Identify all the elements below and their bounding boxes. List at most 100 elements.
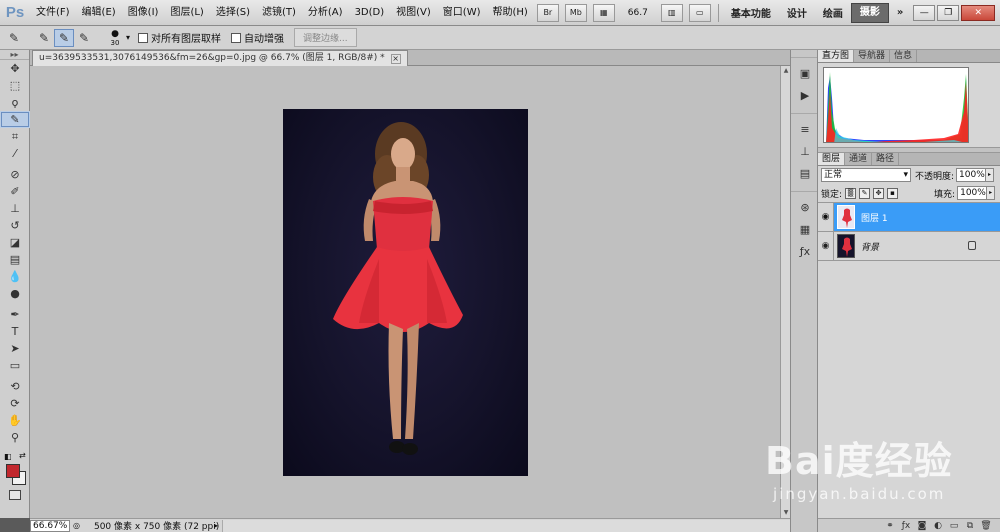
sample-all-layers-checkbox[interactable] [138, 32, 149, 43]
styles-panel-button[interactable]: ▦ [791, 218, 819, 240]
mask-icon[interactable]: ◙ [914, 521, 930, 531]
document-image[interactable] [283, 109, 528, 476]
effects-panel-button[interactable]: ƒx [791, 240, 819, 262]
tool-preset-picker[interactable]: ✎ [4, 29, 24, 47]
path-selection-tool[interactable]: ➤ [0, 340, 30, 357]
layer-row-background[interactable]: ◉ 背景 [818, 231, 1000, 261]
dodge-tool[interactable]: ● [0, 285, 30, 302]
swatches-panel-button[interactable]: ⊛ [791, 196, 819, 218]
sample-all-layers-option[interactable]: 对所有图层取样 [138, 30, 221, 45]
view-extras-button[interactable]: ▦ [592, 3, 615, 22]
menu-image[interactable]: 图像(I) [122, 0, 165, 26]
menu-filter[interactable]: 滤镜(T) [256, 0, 302, 26]
clone-source-panel-button[interactable]: ⊥ [791, 140, 819, 162]
move-tool[interactable]: ✥ [0, 60, 30, 77]
brush-size-dropdown-icon[interactable]: ▾ [126, 33, 130, 42]
marquee-tool[interactable]: ⬚ [0, 77, 30, 94]
actions-panel-button[interactable]: ▶ [791, 84, 819, 106]
eraser-tool[interactable]: ◪ [0, 234, 30, 251]
canvas-area[interactable] [30, 66, 780, 518]
arrange-documents-button[interactable]: ▥ [660, 3, 683, 22]
horizontal-scrollbar[interactable] [222, 519, 790, 532]
layer-name[interactable]: 背景 [861, 240, 879, 253]
link-icon[interactable]: ⚭ [882, 521, 898, 531]
close-document-button[interactable]: × [390, 53, 401, 64]
blur-tool[interactable]: 💧 [0, 268, 30, 285]
screen-mode-button[interactable]: ▭ [688, 3, 711, 22]
status-info-icon[interactable]: ◎ [73, 521, 80, 530]
type-tool[interactable]: T [0, 323, 30, 340]
auto-enhance-checkbox[interactable] [231, 32, 242, 43]
more-workspaces-button[interactable]: » [889, 7, 911, 18]
pen-tool[interactable]: ✒ [0, 306, 30, 323]
tab-paths[interactable]: 路径 [872, 153, 900, 165]
fx-icon[interactable]: ƒx [898, 521, 914, 531]
adjustment-icon[interactable]: ◐ [930, 521, 946, 531]
restore-button[interactable]: ❐ [937, 4, 960, 21]
menu-window[interactable]: 窗口(W) [437, 0, 487, 26]
fill-slider-button[interactable]: ▸ [987, 186, 996, 200]
opacity-field[interactable]: 100% [956, 168, 987, 182]
brush-panel-button[interactable]: ▤ [791, 162, 819, 184]
menu-layer[interactable]: 图层(L) [164, 0, 209, 26]
tab-navigator[interactable]: 导航器 [854, 50, 891, 62]
layers-empty-area[interactable] [818, 260, 1000, 470]
mini-bridge-panel-button[interactable]: ▣ [791, 62, 819, 84]
auto-enhance-option[interactable]: 自动增强 [231, 30, 284, 45]
layer-row-layer1[interactable]: ◉ 图层 1 [818, 202, 1000, 232]
menu-file[interactable]: 文件(F) [30, 0, 76, 26]
minimize-button[interactable]: — [913, 4, 936, 21]
crop-tool[interactable]: ⌗ [0, 128, 30, 145]
3d-rotate-tool[interactable]: ⟲ [0, 378, 30, 395]
workspace-photography[interactable]: 摄影 [850, 2, 889, 23]
brush-tool[interactable]: ✐ [0, 183, 30, 200]
fill-field[interactable]: 100% [957, 186, 988, 200]
strip-grip[interactable] [791, 50, 817, 58]
eyedropper-tool[interactable]: ⁄ [0, 145, 30, 162]
menu-3d[interactable]: 3D(D) [349, 0, 391, 26]
eye-icon[interactable]: ◉ [818, 231, 834, 261]
gradient-tool[interactable]: ▤ [0, 251, 30, 268]
lasso-tool[interactable]: ϙ [0, 94, 30, 111]
subtract-from-selection-button[interactable]: ✎ [74, 29, 94, 47]
3d-orbit-tool[interactable]: ⟳ [0, 395, 30, 412]
brush-size-picker[interactable]: ● 30 [104, 29, 126, 47]
vertical-scrollbar[interactable]: ▲ ▼ [780, 66, 790, 518]
new-selection-button[interactable]: ✎ [34, 29, 54, 47]
status-menu-arrow-icon[interactable]: ▸ [214, 521, 218, 530]
tab-info[interactable]: 信息 [890, 50, 918, 62]
blend-mode-select[interactable]: 正常 ▾ [821, 168, 911, 182]
hand-tool[interactable]: ✋ [0, 412, 30, 429]
refine-edge-button[interactable]: 调整边缘... [294, 28, 357, 47]
bridge-button[interactable]: Br [536, 3, 559, 22]
workspace-design[interactable]: 设计 [779, 5, 815, 20]
add-to-selection-button[interactable]: ✎ [54, 28, 74, 47]
workspace-painting[interactable]: 绘画 [815, 5, 851, 20]
quick-selection-tool[interactable]: ✎ [0, 111, 30, 128]
zoom-tool[interactable]: ⚲ [0, 429, 30, 446]
menu-edit[interactable]: 编辑(E) [76, 0, 122, 26]
clone-stamp-tool[interactable]: ⊥ [0, 200, 30, 217]
foreground-color-swatch[interactable] [6, 464, 20, 478]
zoom-level-select[interactable]: 66.7 [618, 8, 658, 18]
zoom-field[interactable]: 66.67% [30, 519, 70, 532]
tab-layers[interactable]: 图层 [818, 153, 846, 165]
opacity-slider-button[interactable]: ▸ [986, 168, 995, 182]
document-tab[interactable]: u=3639533531,3076149536&fm=26&gp=0.jpg @… [32, 50, 408, 66]
minibridge-button[interactable]: Mb [564, 3, 587, 22]
lock-all-icon[interactable]: ▪ [887, 187, 899, 199]
lock-transparent-icon[interactable]: ▒ [845, 187, 857, 199]
lock-position-icon[interactable]: ✥ [873, 187, 885, 199]
swap-colors-icon[interactable]: ⇄ [19, 451, 26, 460]
lock-image-icon[interactable]: ✎ [859, 187, 871, 199]
tab-channels[interactable]: 通道 [845, 153, 873, 165]
toolbox-grip[interactable]: ▸▸ [0, 50, 29, 60]
trash-icon[interactable]: 🗑 [978, 521, 994, 531]
close-window-button[interactable]: ✕ [961, 4, 996, 21]
quick-mask-button[interactable] [9, 490, 21, 500]
group-icon[interactable]: ▭ [946, 521, 962, 531]
layer-name[interactable]: 图层 1 [861, 211, 888, 224]
menu-select[interactable]: 选择(S) [210, 0, 256, 26]
eye-icon[interactable]: ◉ [818, 202, 834, 232]
history-brush-tool[interactable]: ↺ [0, 217, 30, 234]
